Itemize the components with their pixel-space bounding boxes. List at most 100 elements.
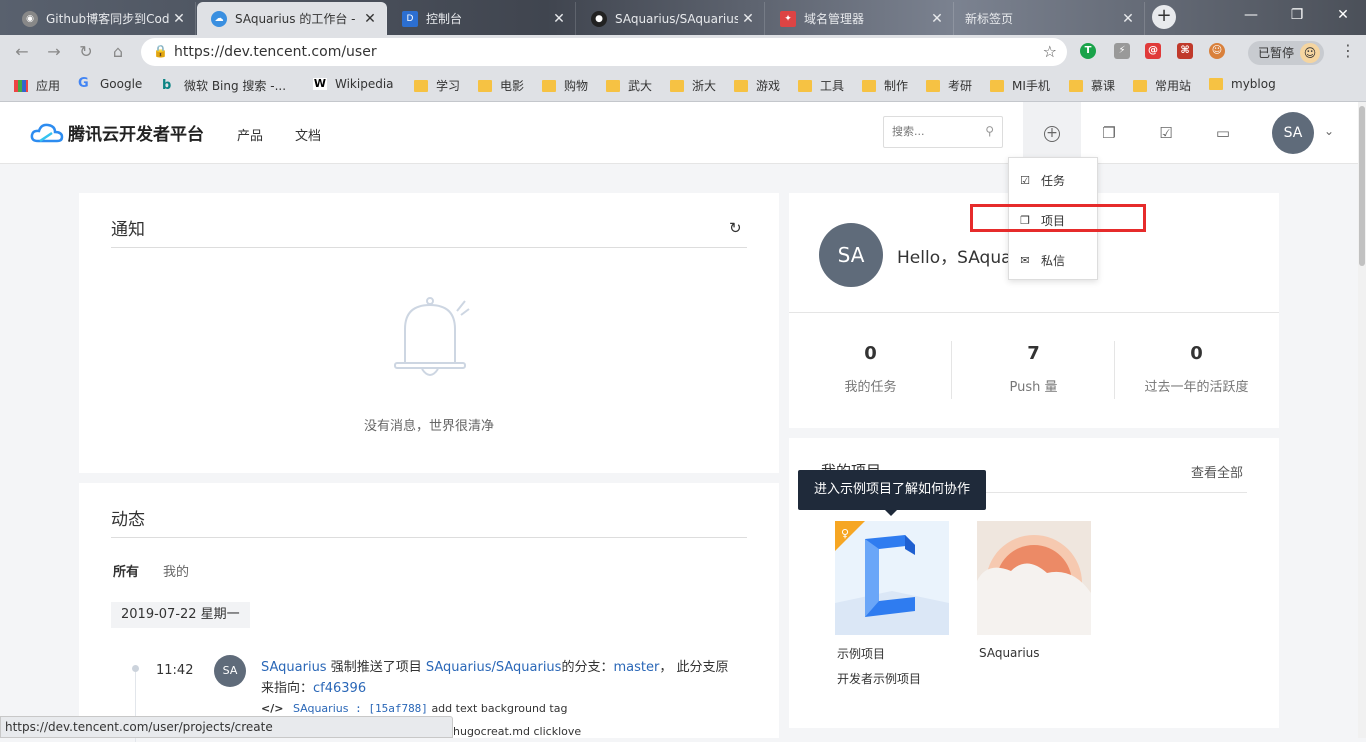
window-close-icon[interactable]: ✕ bbox=[1320, 0, 1366, 30]
chevron-down-icon[interactable]: ⌄ bbox=[1324, 124, 1334, 138]
folder-icon bbox=[1133, 79, 1147, 92]
bookmark-folder-mooc[interactable]: 慕课 bbox=[1069, 77, 1115, 94]
commit-hash-link[interactable]: [15af788] bbox=[368, 702, 428, 715]
menu-item-message[interactable]: ✉ 私信 bbox=[1009, 244, 1097, 276]
tab-console[interactable]: D 控制台 ✕ bbox=[388, 2, 576, 35]
menu-item-task[interactable]: ☑ 任务 bbox=[1009, 164, 1097, 196]
bookmarks-bar: 应用 G Google b 微软 Bing 搜索 -... W Wikipedia 学… bbox=[0, 69, 1366, 102]
bookmark-star-icon[interactable]: ☆ bbox=[1043, 42, 1057, 61]
bookmark-google[interactable]: G Google bbox=[78, 77, 142, 91]
profile-paused-button[interactable]: 已暂停 ☺ bbox=[1248, 41, 1324, 65]
tab-new[interactable]: 新标签页 ✕ bbox=[955, 2, 1145, 35]
menu-dots-icon[interactable]: ⋮ bbox=[1340, 41, 1356, 60]
profile-face-icon: ☺ bbox=[1300, 43, 1320, 63]
d-logo-icon: D bbox=[402, 10, 418, 27]
filter-all[interactable]: 所有 bbox=[113, 561, 139, 580]
folder-icon bbox=[1209, 78, 1223, 90]
tab-github-repo[interactable]: ● SAquarius/SAquarius ✕ bbox=[577, 2, 765, 35]
refresh-icon[interactable]: ↻ bbox=[729, 219, 742, 237]
site-logo[interactable]: 腾讯云开发者平台 bbox=[30, 120, 204, 145]
search-icon[interactable]: ⚲ bbox=[985, 124, 994, 138]
extension-avatar-icon[interactable]: ☺ bbox=[1209, 43, 1225, 59]
home-icon[interactable]: ⌂ bbox=[106, 41, 130, 65]
bookmark-bing[interactable]: b 微软 Bing 搜索 -... bbox=[162, 77, 286, 94]
folder-icon bbox=[862, 79, 876, 92]
bookmark-apps[interactable]: 应用 bbox=[14, 77, 60, 94]
apps-grid-icon bbox=[14, 79, 28, 92]
close-icon[interactable]: ✕ bbox=[927, 11, 947, 27]
close-icon[interactable]: ✕ bbox=[1118, 11, 1138, 27]
create-plus-button[interactable]: + bbox=[1023, 102, 1081, 164]
bookmark-folder-exam[interactable]: 考研 bbox=[926, 77, 972, 94]
back-icon[interactable]: ← bbox=[10, 41, 34, 65]
scrollbar-thumb[interactable] bbox=[1359, 106, 1365, 266]
tab-workbench[interactable]: ☁ SAquarius 的工作台 - ( ✕ bbox=[197, 2, 387, 35]
projects-icon[interactable]: ❐ bbox=[1094, 118, 1124, 148]
close-icon[interactable]: ✕ bbox=[169, 11, 189, 27]
code-icon: </> bbox=[261, 702, 284, 715]
close-icon[interactable]: ✕ bbox=[738, 11, 758, 27]
bookmark-folder-make[interactable]: 制作 bbox=[862, 77, 908, 94]
search-input[interactable] bbox=[892, 117, 982, 145]
nav-products[interactable]: 产品 bbox=[237, 125, 263, 144]
bookmark-folder-study[interactable]: 学习 bbox=[414, 77, 460, 94]
bookmark-folder-shopping[interactable]: 购物 bbox=[542, 77, 588, 94]
project-name[interactable]: 示例项目 bbox=[837, 645, 885, 662]
page-scrollbar[interactable] bbox=[1358, 102, 1366, 738]
entry-user-link[interactable]: SAquarius bbox=[261, 660, 327, 675]
timeline-dot bbox=[132, 665, 139, 672]
bell-icon bbox=[394, 297, 470, 376]
bookmark-folder-whu[interactable]: 武大 bbox=[606, 77, 652, 94]
folder-icon bbox=[606, 79, 620, 92]
extension-t-icon[interactable]: T bbox=[1080, 43, 1096, 59]
folder-icon bbox=[798, 79, 812, 92]
project-name[interactable]: SAquarius bbox=[979, 646, 1040, 660]
entry-commit-link[interactable]: cf46396 bbox=[313, 681, 366, 696]
user-avatar[interactable]: SA bbox=[1272, 112, 1314, 154]
filter-mine[interactable]: 我的 bbox=[163, 561, 189, 580]
extension-puzzle-icon[interactable]: ⚡ bbox=[1114, 43, 1130, 59]
bookmark-folder-zju[interactable]: 浙大 bbox=[670, 77, 716, 94]
new-tab-button[interactable]: + bbox=[1152, 5, 1176, 29]
sample-project-thumbnail[interactable]: ♀ bbox=[835, 521, 949, 635]
entry-branch-link[interactable]: master bbox=[613, 660, 659, 675]
extension-pdf-icon[interactable]: ⌘ bbox=[1177, 43, 1193, 59]
bookmark-folder-common[interactable]: 常用站 bbox=[1133, 77, 1191, 94]
greeting-text: Hello，SAqua bbox=[897, 248, 1012, 268]
notice-title: 通知 bbox=[111, 220, 145, 240]
minimize-icon[interactable]: — bbox=[1228, 0, 1274, 30]
restore-icon[interactable]: ❐ bbox=[1274, 0, 1320, 30]
bookmark-folder-myblog[interactable]: myblog bbox=[1209, 77, 1276, 91]
stat-activity[interactable]: 0 过去一年的活跃度 bbox=[1115, 343, 1278, 395]
view-all-link[interactable]: 查看全部 bbox=[1191, 462, 1243, 481]
profile-avatar[interactable]: SA bbox=[819, 223, 883, 287]
bookmark-folder-games[interactable]: 游戏 bbox=[734, 77, 780, 94]
stat-tasks[interactable]: 0 我的任务 bbox=[789, 343, 952, 395]
saquarius-project-thumbnail[interactable] bbox=[977, 521, 1091, 635]
folder-icon bbox=[478, 79, 492, 92]
extension-red-icon[interactable]: @ bbox=[1145, 43, 1161, 59]
bookmark-folder-tools[interactable]: 工具 bbox=[798, 77, 844, 94]
tab-github-blog[interactable]: ◉ Github博客同步到Cod ✕ bbox=[8, 2, 196, 35]
tasks-icon[interactable]: ☑ bbox=[1151, 118, 1181, 148]
lightbulb-icon: ♀ bbox=[841, 527, 849, 540]
bookmark-folder-movie[interactable]: 电影 bbox=[478, 77, 524, 94]
highlight-box bbox=[970, 204, 1146, 232]
close-icon[interactable]: ✕ bbox=[549, 11, 569, 27]
bookmark-folder-mi[interactable]: MI手机 bbox=[990, 77, 1050, 94]
tab-domain-manager[interactable]: ✦ 域名管理器 ✕ bbox=[766, 2, 954, 35]
close-icon[interactable]: ✕ bbox=[360, 11, 380, 27]
entry-time: 11:42 bbox=[156, 663, 194, 678]
entry-avatar[interactable]: SA bbox=[214, 655, 246, 687]
laptop-icon[interactable]: ▭ bbox=[1208, 118, 1238, 148]
bookmark-wikipedia[interactable]: W Wikipedia bbox=[313, 77, 394, 91]
url-bar[interactable]: 🔒 https://dev.tencent.com/user ☆ bbox=[141, 38, 1067, 66]
entry-project-link[interactable]: SAquarius/SAquarius bbox=[426, 660, 562, 675]
search-box[interactable]: ⚲ bbox=[883, 116, 1003, 148]
folder-icon bbox=[926, 79, 940, 92]
forward-icon[interactable]: → bbox=[42, 41, 66, 65]
stat-push[interactable]: 7 Push 量 bbox=[952, 343, 1115, 395]
folder-icon bbox=[990, 79, 1004, 92]
reload-icon[interactable]: ↻ bbox=[74, 41, 98, 65]
nav-docs[interactable]: 文档 bbox=[295, 125, 321, 144]
